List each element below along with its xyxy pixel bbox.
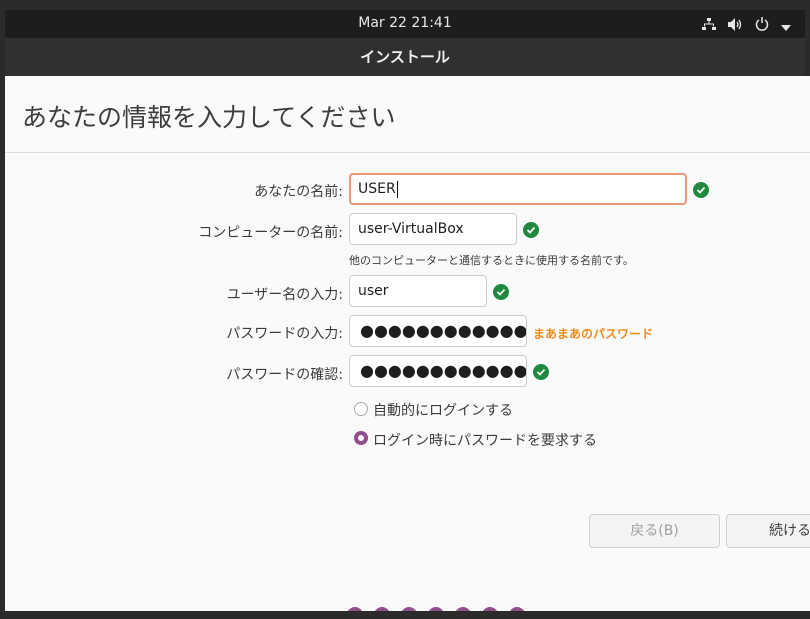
require-password-radio[interactable] xyxy=(354,431,368,445)
username-label: ユーザー名の入力: xyxy=(226,287,343,303)
check-icon xyxy=(533,364,549,380)
check-icon xyxy=(493,284,509,300)
step-dot xyxy=(374,607,390,611)
step-dot xyxy=(509,607,525,611)
username-value: user xyxy=(358,283,389,299)
step-dot xyxy=(401,607,417,611)
step-indicator xyxy=(347,607,525,611)
name-value: USER xyxy=(358,181,396,197)
computer-name-value: user-VirtualBox xyxy=(358,221,464,237)
step-dot xyxy=(428,607,444,611)
power-icon[interactable] xyxy=(755,16,769,35)
confirm-password-value: ●●●●●●●●●●●●● xyxy=(360,361,527,380)
step-dot xyxy=(347,607,363,611)
header-divider xyxy=(5,152,810,153)
clock[interactable]: Mar 22 21:41 xyxy=(5,15,805,31)
name-label: あなたの名前: xyxy=(254,184,343,200)
confirm-password-input[interactable]: ●●●●●●●●●●●●● xyxy=(349,355,527,387)
page-title: あなたの情報を入力してください xyxy=(22,103,396,132)
password-label: パスワードの入力: xyxy=(226,326,343,342)
check-icon xyxy=(523,222,539,238)
require-password-label[interactable]: ログイン時にパスワードを要求する xyxy=(373,430,597,450)
system-tray[interactable] xyxy=(702,16,791,35)
password-strength: まあまあのパスワード xyxy=(533,327,654,341)
continue-button[interactable]: 続ける xyxy=(726,514,810,548)
back-button[interactable]: 戻る(B) xyxy=(589,514,720,548)
text-caret xyxy=(396,180,398,198)
auto-login-label[interactable]: 自動的にログインする xyxy=(373,400,513,420)
chevron-down-icon[interactable] xyxy=(781,16,791,35)
volume-icon[interactable] xyxy=(728,16,743,35)
username-input[interactable]: user xyxy=(349,275,487,307)
computer-name-input[interactable]: user-VirtualBox xyxy=(349,213,517,245)
computer-name-hint: 他のコンピューターと通信するときに使用する名前です。 xyxy=(349,254,634,267)
password-value: ●●●●●●●●●●●●● xyxy=(360,321,527,340)
step-dot xyxy=(455,607,471,611)
check-icon xyxy=(693,182,709,198)
installer-window: あなたの情報を入力してください あなたの名前: USER コンピューターの名前:… xyxy=(5,76,810,611)
window-title-bar: インストール xyxy=(5,38,805,76)
confirm-password-label: パスワードの確認: xyxy=(226,367,343,383)
name-input[interactable]: USER xyxy=(349,173,687,205)
network-icon[interactable] xyxy=(702,16,716,35)
auto-login-radio[interactable] xyxy=(354,402,368,416)
computer-name-label: コンピューターの名前: xyxy=(198,225,343,241)
password-input[interactable]: ●●●●●●●●●●●●● xyxy=(349,315,527,347)
system-top-bar: Mar 22 21:41 xyxy=(5,10,805,38)
step-dot xyxy=(482,607,498,611)
